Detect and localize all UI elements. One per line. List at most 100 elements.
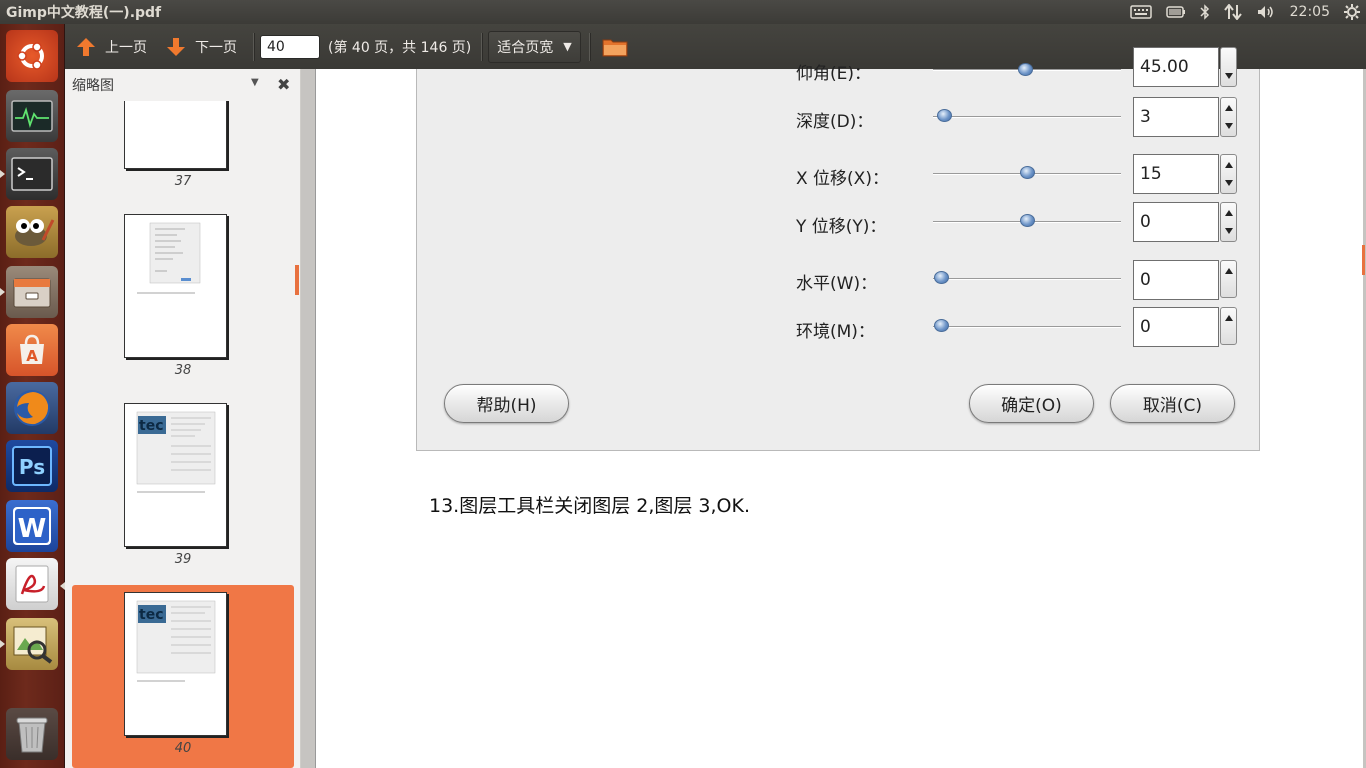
document-scrollbar[interactable] — [1362, 245, 1365, 275]
spin-buttons — [1220, 202, 1237, 242]
firefox-icon[interactable] — [6, 382, 58, 434]
thumbnail-page-40[interactable]: tec — [124, 592, 227, 736]
page-count-label: (第 40 页，共 146 页) — [328, 39, 472, 56]
spin-elevation: 45.00 — [1133, 47, 1237, 87]
file-manager-icon[interactable] — [6, 266, 58, 318]
spin-buttons — [1220, 97, 1237, 137]
terminal-icon[interactable] — [6, 148, 58, 200]
thumbnail-number: 39 — [174, 552, 192, 567]
zoom-label: 适合页宽 — [497, 39, 554, 56]
slider-track — [933, 116, 1121, 118]
slider-knob — [937, 109, 953, 122]
thumbnail-page-38[interactable] — [124, 214, 227, 358]
toolbar-separator — [253, 32, 254, 61]
spin-value: 45.00 — [1133, 47, 1219, 87]
ok-button: 确定(O) — [969, 384, 1094, 423]
spin-buttons — [1220, 154, 1237, 194]
launcher: A Ps W — [0, 24, 65, 768]
slider-track — [933, 326, 1121, 328]
gimp-icon[interactable] — [6, 206, 58, 258]
svg-text:tec: tec — [139, 418, 164, 434]
window-title: Gimp中文教程(一).pdf — [6, 5, 162, 21]
zoom-select[interactable]: 适合页宽 ▼ — [488, 30, 581, 63]
previous-page-button[interactable]: 上一页 — [69, 30, 153, 64]
battery-icon[interactable] — [1165, 6, 1186, 18]
thumbnail-page-37[interactable] — [124, 101, 227, 169]
thumbnail-number: 38 — [174, 363, 192, 378]
arrow-down-icon — [167, 37, 185, 56]
slider-knob — [933, 319, 949, 332]
dialog-screenshot: 仰角(E)： 45.00 深度(D)： 3 X 位移(X)： 15 Y 位移(Y… — [416, 47, 1260, 451]
spin-buttons — [1220, 260, 1237, 298]
previous-page-label: 上一页 — [105, 39, 147, 56]
svg-text:tec: tec — [139, 607, 164, 623]
spin-value: 0 — [1133, 202, 1219, 242]
image-viewer-icon[interactable] — [6, 618, 58, 670]
spin-value: 3 — [1133, 97, 1219, 137]
svg-text:A: A — [26, 347, 38, 365]
system-monitor-icon[interactable] — [6, 90, 58, 142]
slider-knob — [933, 271, 949, 284]
document-view[interactable]: 仰角(E)： 45.00 深度(D)： 3 X 位移(X)： 15 Y 位移(Y… — [301, 47, 1366, 768]
svg-text:W: W — [18, 514, 47, 544]
cancel-button: 取消(C) — [1110, 384, 1235, 423]
document-paragraph: 13.图层工具栏关闭图层 2,图层 3,OK. — [429, 495, 751, 517]
row-label-elevation: 仰角(E)： — [796, 64, 872, 84]
spin-value: 15 — [1133, 154, 1219, 194]
pdf-reader-icon[interactable] — [6, 558, 58, 610]
next-page-label: 下一页 — [195, 39, 237, 56]
spin-buttons — [1220, 47, 1237, 87]
spin-x-offset: 15 — [1133, 154, 1237, 194]
software-center-icon[interactable]: A — [6, 324, 58, 376]
trash-icon[interactable] — [6, 708, 58, 760]
spin-buttons — [1220, 307, 1237, 345]
close-icon[interactable]: ✖ — [277, 75, 290, 94]
row-label-depth: 深度(D)： — [796, 112, 874, 132]
arrow-up-icon — [77, 37, 95, 56]
open-file-button[interactable] — [596, 30, 634, 64]
next-page-button[interactable]: 下一页 — [159, 30, 243, 64]
slider-knob — [1018, 63, 1033, 76]
slider-knob — [1020, 166, 1035, 179]
sidebar-scrollbar[interactable] — [295, 265, 299, 295]
photoshop-icon[interactable]: Ps — [6, 440, 58, 492]
svg-text:Ps: Ps — [19, 455, 45, 479]
thumbnail-list[interactable]: 37 38 tec 39 tec 40 — [65, 101, 299, 768]
thumbnail-number: 40 — [174, 741, 192, 756]
dropdown-arrow-icon: ▼ — [563, 40, 572, 53]
thumbnail-page-39[interactable]: tec — [124, 403, 227, 547]
sidebar-title: 缩略图 — [72, 78, 114, 94]
volume-icon[interactable] — [1256, 4, 1276, 20]
spin-value: 0 — [1133, 260, 1219, 300]
thumbnail-number: 37 — [174, 174, 192, 189]
bluetooth-icon[interactable] — [1200, 4, 1210, 20]
thumbnail-sidebar: 缩略图 ▼ ✖ 37 38 tec 39 tec 40 — [65, 69, 301, 768]
ubuntu-dash-icon[interactable] — [6, 30, 58, 82]
wps-writer-icon[interactable]: W — [6, 500, 58, 552]
spin-ambient: 0 — [1133, 307, 1237, 347]
spin-depth: 3 — [1133, 97, 1237, 137]
row-label-x-offset: X 位移(X)： — [796, 169, 889, 189]
top-panel: Gimp中文教程(一).pdf 22:05 — [0, 0, 1366, 24]
network-icon[interactable] — [1223, 4, 1242, 20]
indicator-area: 22:05 — [1129, 0, 1360, 24]
clock[interactable]: 22:05 — [1290, 4, 1330, 20]
row-label-horizontal: 水平(W)： — [796, 274, 878, 294]
slider-knob — [1020, 214, 1035, 227]
row-label-y-offset: Y 位移(Y)： — [796, 217, 887, 237]
folder-icon — [602, 39, 628, 56]
spin-value: 0 — [1133, 307, 1219, 347]
spin-horizontal: 0 — [1133, 260, 1237, 300]
help-button: 帮助(H) — [444, 384, 569, 423]
slider-track — [933, 278, 1121, 280]
power-gear-icon[interactable] — [1344, 4, 1360, 20]
toolbar-separator — [588, 32, 590, 61]
toolbar-separator — [481, 32, 483, 61]
row-label-ambient: 环境(M)： — [796, 322, 875, 342]
document-page: 仰角(E)： 45.00 深度(D)： 3 X 位移(X)： 15 Y 位移(Y… — [315, 47, 1363, 768]
page-number-input[interactable] — [260, 34, 320, 59]
sidebar-header: 缩略图 ▼ ✖ — [65, 69, 300, 101]
spin-y-offset: 0 — [1133, 202, 1237, 242]
sidebar-mode-dropdown-icon[interactable]: ▼ — [251, 77, 259, 88]
keyboard-icon[interactable] — [1129, 5, 1152, 19]
